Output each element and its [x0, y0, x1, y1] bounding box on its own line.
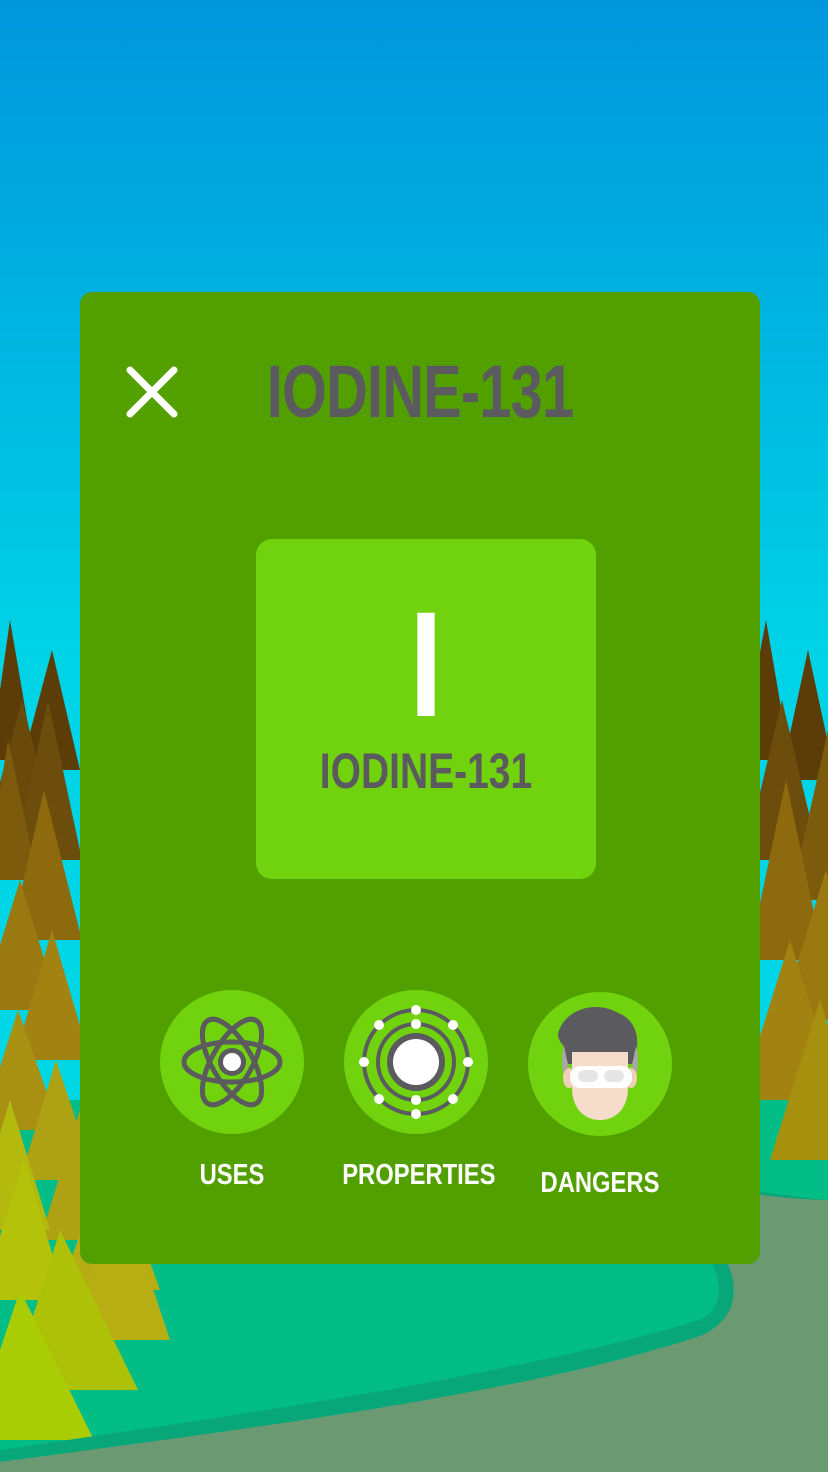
properties-label: PROPERTIES	[342, 1159, 496, 1191]
electron-shell-icon	[359, 1005, 473, 1119]
scientist-goggles-icon	[558, 1007, 639, 1120]
uses-label: USES	[199, 1159, 265, 1191]
atom-icon	[181, 1016, 283, 1108]
element-info-panel: IODINE-131 I IODINE-131 USES PROPERTIES …	[80, 292, 760, 1264]
element-name: IODINE-131	[319, 743, 533, 799]
uses-button[interactable]: USES	[142, 990, 322, 1192]
uses-circle	[160, 990, 304, 1134]
dangers-button[interactable]: DANGERS	[510, 992, 690, 1200]
element-symbol: I	[409, 580, 443, 748]
element-tile: I IODINE-131	[256, 539, 596, 879]
properties-circle	[344, 990, 488, 1134]
dangers-label: DANGERS	[540, 1167, 660, 1199]
dangers-circle	[528, 992, 672, 1136]
properties-button[interactable]: PROPERTIES	[326, 990, 506, 1192]
close-icon	[126, 366, 178, 418]
close-button[interactable]	[120, 360, 184, 424]
panel-title: IODINE-131	[266, 350, 574, 433]
